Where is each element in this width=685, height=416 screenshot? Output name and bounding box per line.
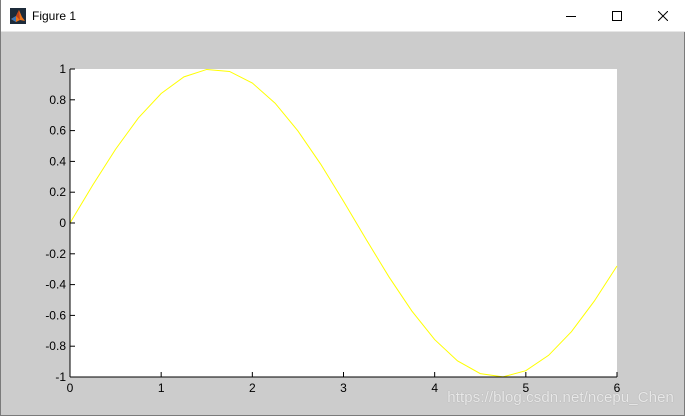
plot-area: 0 1 2 3 4 5 6 -1 -0.8 -0.6 -0.4 -0.2 0 0.2 0.4 0.6 0.8 1 … xyxy=(1,31,685,416)
x-tick-label: 4 xyxy=(431,381,438,395)
y-tick-label: -0.4 xyxy=(45,278,66,292)
close-button[interactable] xyxy=(640,0,685,31)
window-controls xyxy=(548,0,685,31)
minimize-icon xyxy=(566,15,576,17)
window-title: Figure 1 xyxy=(32,8,77,23)
y-tick-label: 0 xyxy=(59,216,66,230)
y-tick-label: -0.2 xyxy=(45,247,66,261)
y-tick-label: -0.8 xyxy=(45,339,66,353)
sine-chart[interactable]: 0 1 2 3 4 5 6-1-0.8-0.6-0.4-0.200.20.40.60.81 xyxy=(1,31,685,416)
watermark-text: https://blog.csdn.net/ncepu_Chen xyxy=(447,389,674,406)
figure-window: Figure 1 0 1 2 3 4 5 6 -1 -0.8 -0.6 -0.4 -0.2 0 0.2 0 xyxy=(0,0,685,416)
maximize-button[interactable] xyxy=(594,0,640,31)
y-tick-label: 1 xyxy=(59,62,66,76)
x-tick-label: 1 xyxy=(158,381,165,395)
maximize-icon xyxy=(612,10,622,21)
y-tick-label: 0.6 xyxy=(49,124,66,138)
y-tick-label: 0.2 xyxy=(49,185,66,199)
y-tick-label: 0.4 xyxy=(49,154,66,168)
minimize-button[interactable] xyxy=(548,0,594,31)
x-tick-label: 3 xyxy=(340,381,347,395)
matlab-icon xyxy=(10,7,26,24)
x-tick-label: 2 xyxy=(249,381,256,395)
axes-background xyxy=(70,69,617,377)
x-tick-label: 0 xyxy=(67,381,74,395)
close-icon xyxy=(658,10,668,21)
y-tick-label: -1 xyxy=(55,370,66,384)
y-tick-label: 0.8 xyxy=(49,93,66,107)
y-tick-label: -0.6 xyxy=(45,308,66,322)
title-bar[interactable]: Figure 1 xyxy=(1,0,685,32)
